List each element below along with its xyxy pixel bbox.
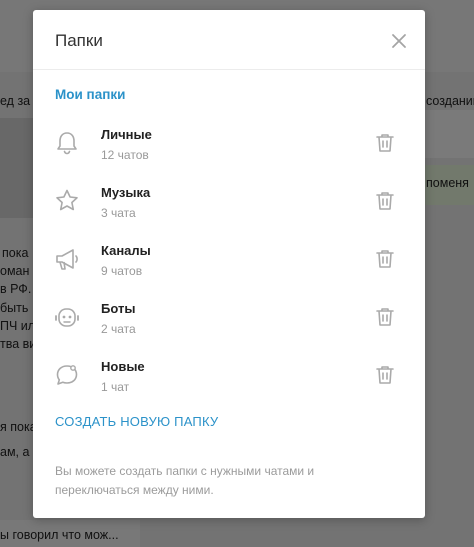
section-title: Мои папки xyxy=(55,87,126,102)
star-icon xyxy=(56,189,78,211)
folder-chat-count: 2 чата xyxy=(101,322,136,336)
folder-item-music[interactable]: Музыка 3 чата xyxy=(33,179,425,235)
folder-name: Новые xyxy=(101,359,145,374)
modal-header: Папки xyxy=(33,10,425,70)
close-button[interactable] xyxy=(389,31,409,51)
folder-name: Боты xyxy=(101,301,136,316)
create-folder-button[interactable]: СОЗДАТЬ НОВУЮ ПАПКУ xyxy=(55,414,218,429)
folder-item-channels[interactable]: Каналы 9 чатов xyxy=(33,237,425,293)
trash-icon[interactable] xyxy=(373,189,397,213)
megaphone-icon xyxy=(56,249,78,270)
folder-item-bots[interactable]: Боты 2 чата xyxy=(33,295,425,351)
folder-chat-count: 1 чат xyxy=(101,380,130,394)
chat-bubble-icon xyxy=(56,365,78,385)
bell-icon xyxy=(57,132,77,155)
bot-icon xyxy=(55,308,79,327)
folder-chat-count: 3 чата xyxy=(101,206,136,220)
folder-name: Каналы xyxy=(101,243,151,258)
trash-icon[interactable] xyxy=(373,247,397,271)
modal-title: Папки xyxy=(55,31,103,50)
close-icon xyxy=(392,34,406,48)
folder-item-personal[interactable]: Личные 12 чатов xyxy=(33,121,425,177)
trash-icon[interactable] xyxy=(373,363,397,387)
folder-name: Личные xyxy=(101,127,152,142)
trash-icon[interactable] xyxy=(373,305,397,329)
folder-name: Музыка xyxy=(101,185,151,200)
folder-chat-count: 9 чатов xyxy=(101,264,143,278)
trash-icon[interactable] xyxy=(373,131,397,155)
folder-chat-count: 12 чатов xyxy=(101,148,149,162)
folders-modal: Папки Мои папки Личные 12 чатов Музыка 3… xyxy=(33,10,425,518)
hint-text: Вы можете создать папки с нужными чатами… xyxy=(55,464,315,497)
folder-item-new[interactable]: Новые 1 чат xyxy=(33,353,425,409)
